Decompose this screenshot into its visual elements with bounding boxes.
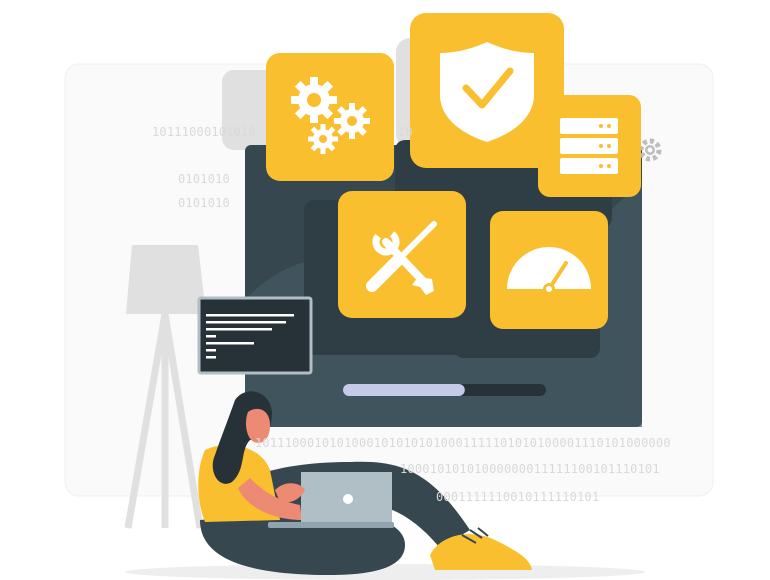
code-window bbox=[197, 296, 313, 375]
binary-line-6: 10001010101000000011111100101110101 bbox=[400, 462, 660, 476]
server-icon bbox=[560, 118, 618, 174]
tools-card bbox=[338, 191, 466, 318]
binary-line-1: 10111000101010 bbox=[152, 125, 256, 139]
settings-card bbox=[266, 53, 394, 181]
progress-bar bbox=[343, 384, 546, 396]
tech-support-illustration: 10111000101010 10 0101010 0101010 101110… bbox=[0, 0, 770, 580]
progress-fill bbox=[343, 384, 465, 396]
performance-card bbox=[490, 211, 608, 329]
binary-line-4: 0101010 bbox=[178, 196, 230, 210]
binary-line-7: 0001111110010111110101 bbox=[436, 490, 600, 504]
binary-line-3: 0101010 bbox=[178, 172, 230, 186]
illustration-canvas bbox=[64, 13, 714, 580]
binary-line-5: 1011100010101000101010101000111110101010… bbox=[255, 436, 671, 450]
binary-line-2: 10 bbox=[398, 125, 413, 139]
server-card bbox=[538, 95, 641, 197]
